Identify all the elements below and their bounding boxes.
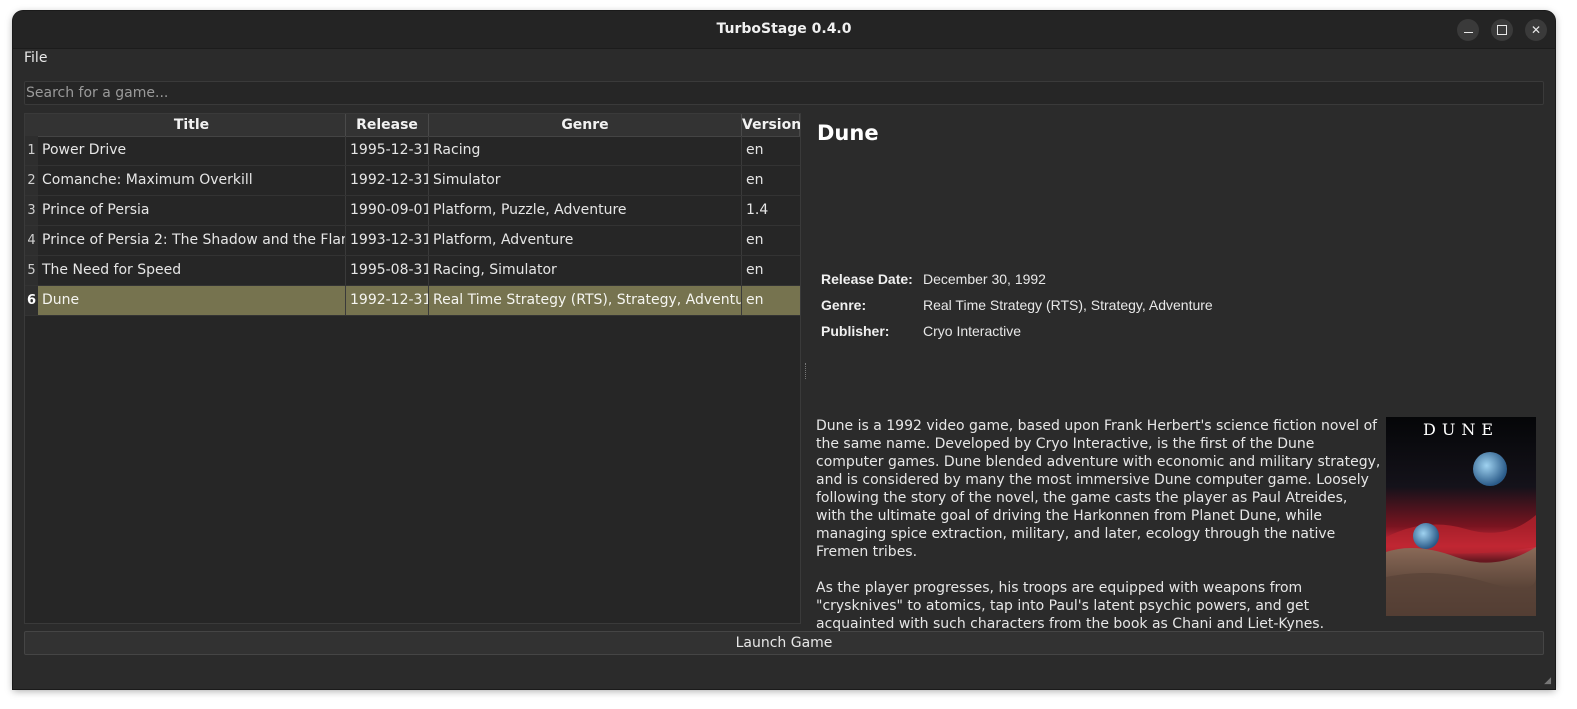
app-window: TurboStage 0.4.0 ✕ File Title Release Ge…	[13, 11, 1555, 689]
description-paragraph: As the player progresses, his troops are…	[816, 580, 1325, 632]
cell-version: en	[746, 232, 764, 248]
column-header-genre[interactable]: Genre	[429, 114, 742, 136]
maximize-icon	[1497, 25, 1507, 35]
cell-version: en	[746, 142, 764, 158]
table-row[interactable]: 1 Power Drive 1995-12-31 Racing en	[25, 136, 800, 166]
table-row[interactable]: 5 The Need for Speed 1995-08-31 Racing, …	[25, 256, 800, 286]
cell-release: 1992-12-31	[346, 286, 429, 315]
window-title: TurboStage 0.4.0	[716, 21, 852, 37]
genre-value: Real Time Strategy (RTS), Strategy, Adve…	[923, 297, 1213, 313]
cell-release: 1993-12-31	[346, 226, 429, 255]
title-bar[interactable]: TurboStage 0.4.0 ✕	[13, 11, 1555, 49]
menu-bar: File	[13, 49, 1555, 71]
maximize-button[interactable]	[1491, 19, 1513, 41]
publisher-label: Publisher:	[821, 323, 890, 339]
games-table: Title Release Genre Version 1 Power Driv…	[24, 113, 801, 624]
cell-release: 1990-09-01	[346, 196, 429, 225]
cell-release: 1995-08-31	[346, 256, 429, 285]
row-number: 4	[25, 226, 38, 255]
table-header: Title Release Genre Version	[25, 114, 800, 137]
cell-version: en	[742, 286, 800, 315]
release-date-label: Release Date:	[821, 271, 913, 287]
cell-version: 1.4	[746, 202, 769, 218]
table-row[interactable]: 4 Prince of Persia 2: The Shadow and the…	[25, 226, 800, 256]
table-row[interactable]: 2 Comanche: Maximum Overkill 1992-12-31 …	[25, 166, 800, 196]
cell-genre: Racing, Simulator	[429, 256, 742, 285]
cell-genre: Platform, Puzzle, Adventure	[429, 196, 742, 225]
table-row-selected[interactable]: 6 Dune 1992-12-31 Real Time Strategy (RT…	[25, 286, 800, 316]
minimize-icon	[1463, 31, 1473, 33]
game-info: Release Date: December 30, 1992 Genre: R…	[821, 271, 1213, 349]
resize-grip-icon[interactable]: ◢	[1544, 676, 1551, 686]
cell-title: Prince of Persia 2: The Shadow and the F…	[38, 226, 346, 255]
cell-title: Comanche: Maximum Overkill	[38, 166, 346, 195]
game-description: Dune is a 1992 video game, based upon Fr…	[816, 417, 1381, 651]
publisher-value: Cryo Interactive	[923, 323, 1022, 339]
cell-release: 1995-12-31	[346, 136, 429, 165]
cell-genre: Real Time Strategy (RTS), Strategy, Adve…	[429, 286, 742, 315]
cover-title-text: DUNE	[1423, 420, 1499, 439]
column-header-title[interactable]: Title	[38, 114, 346, 136]
genre-label: Genre:	[821, 297, 867, 313]
column-header-release[interactable]: Release	[346, 114, 429, 136]
close-icon: ✕	[1530, 23, 1542, 37]
release-date-value: December 30, 1992	[923, 271, 1046, 287]
minimize-button[interactable]	[1457, 19, 1479, 41]
game-title: Dune	[817, 121, 879, 145]
close-button[interactable]: ✕	[1525, 19, 1547, 41]
row-number: 1	[25, 136, 38, 165]
description-paragraph: Dune is a 1992 video game, based upon Fr…	[816, 418, 1381, 560]
search-input[interactable]	[24, 81, 1544, 105]
cell-genre: Racing	[429, 136, 742, 165]
cell-version: en	[746, 262, 764, 278]
launch-game-button[interactable]: Launch Game	[24, 631, 1544, 655]
cell-release: 1992-12-31	[346, 166, 429, 195]
game-details-panel: Dune Release Date: December 30, 1992 Gen…	[816, 113, 1541, 632]
cell-genre: Platform, Adventure	[429, 226, 742, 255]
table-row[interactable]: 3 Prince of Persia 1990-09-01 Platform, …	[25, 196, 800, 226]
game-cover-image: DUNE	[1386, 417, 1536, 616]
cell-genre: Simulator	[429, 166, 742, 195]
row-number: 3	[25, 196, 38, 225]
row-number: 6	[25, 286, 38, 315]
row-number: 2	[25, 166, 38, 195]
column-header-version[interactable]: Version	[742, 114, 800, 136]
cell-version: en	[746, 172, 764, 188]
pane-splitter-handle[interactable]	[805, 363, 808, 379]
cell-title: The Need for Speed	[38, 256, 346, 285]
menu-file[interactable]: File	[24, 50, 47, 66]
cell-title: Power Drive	[38, 136, 346, 165]
row-number: 5	[25, 256, 38, 285]
cell-title: Prince of Persia	[38, 196, 346, 225]
cell-title: Dune	[38, 286, 346, 315]
